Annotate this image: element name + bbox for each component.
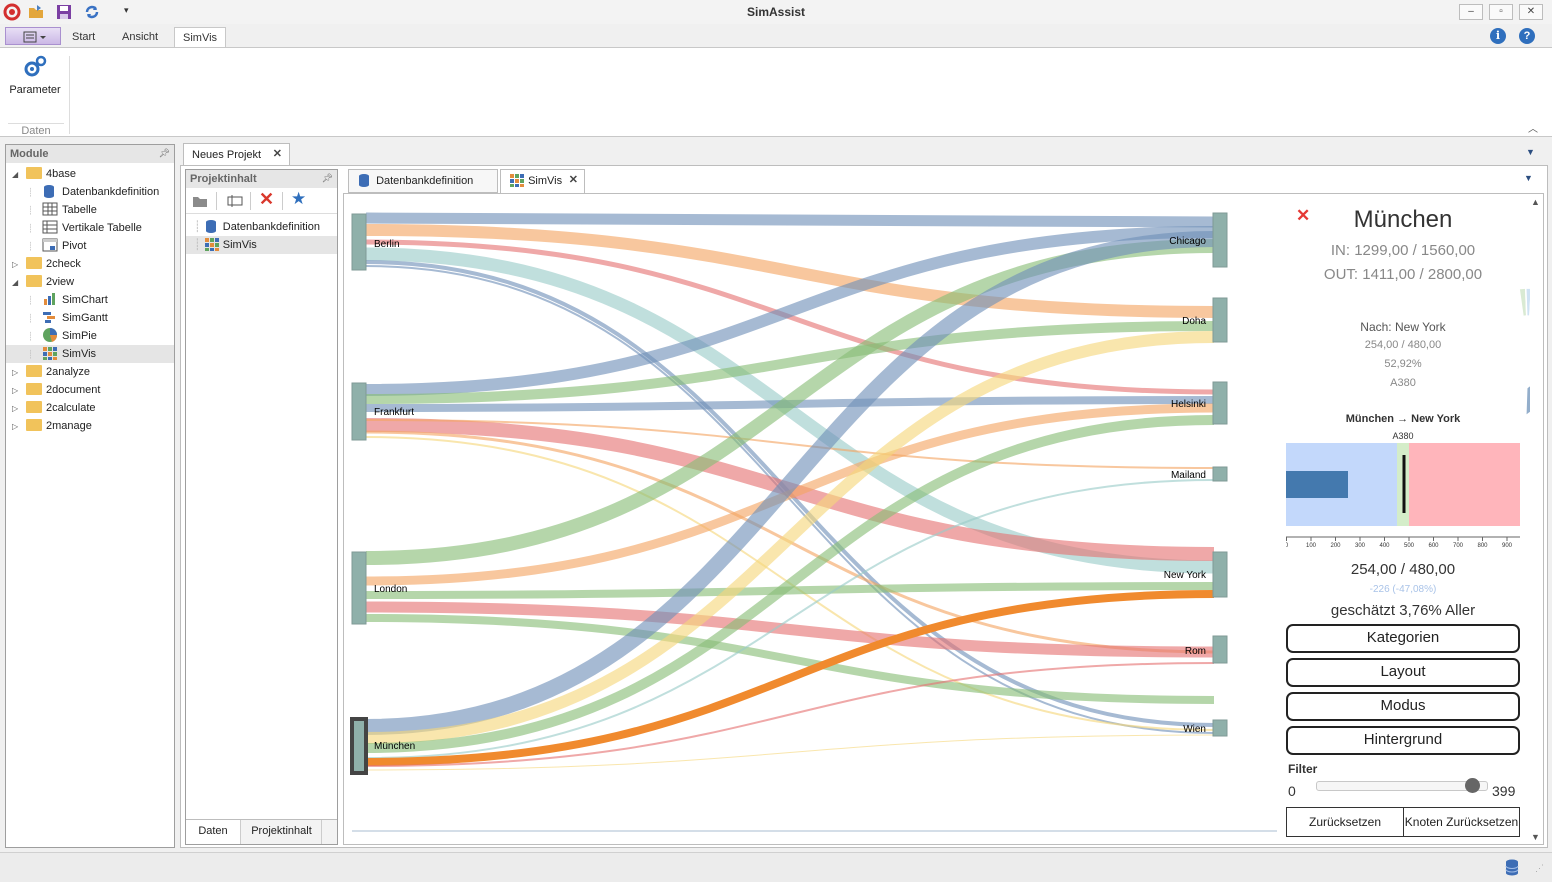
donut-percent: 52,92% [1384, 358, 1422, 370]
scroll-up-icon[interactable]: ▲ [1531, 197, 1540, 207]
details-estimate: geschätzt 3,76% Aller [1330, 602, 1476, 619]
bullet-tick-label: 400 [1379, 543, 1390, 549]
sankey-node-label: Frankfurt [374, 407, 414, 418]
sankey-node-label: New York [1164, 570, 1207, 581]
modus-button[interactable]: Modus [1286, 692, 1520, 721]
sankey-node-chicago[interactable] [1212, 212, 1228, 268]
bullet-tick-label: 800 [1477, 543, 1488, 549]
donut-aircraft: A380 [1390, 377, 1416, 389]
sankey-link[interactable] [365, 212, 1215, 228]
bullet-tick-label: 900 [1502, 543, 1513, 549]
bullet-tick-label: 0 [1286, 543, 1289, 549]
resize-grip-icon[interactable]: ⋰ [1535, 863, 1544, 874]
sankey-node-frankfurt[interactable] [351, 382, 367, 441]
sankey-node-label: Berlin [374, 239, 400, 250]
reset-button[interactable]: Zurücksetzen [1286, 807, 1404, 837]
sankey-node-label: London [374, 584, 407, 595]
sankey-node-label: München [374, 741, 415, 752]
sankey-node-label: Doha [1182, 316, 1206, 327]
sankey-node-helsinki[interactable] [1212, 381, 1228, 425]
bullet-label: A380 [1392, 431, 1414, 441]
bullet-axis: 0 100 200 300 400 500 600 700 800 900 [1286, 536, 1520, 549]
filter-min: 0 [1288, 783, 1296, 799]
sankey-node-label: Wien [1183, 724, 1206, 735]
bullet-tick-label: 500 [1404, 543, 1415, 549]
scroll-down-icon[interactable]: ▼ [1531, 832, 1540, 842]
details-value: 254,00 / 480,00 [1350, 561, 1456, 578]
hintergrund-button[interactable]: Hintergrund [1286, 726, 1520, 755]
filter-slider-handle[interactable] [1465, 778, 1480, 793]
database-status-icon [1505, 859, 1519, 876]
filter-slider-track[interactable] [1316, 781, 1488, 791]
sankey-node-newyork[interactable] [1212, 551, 1228, 598]
filter-max: 399 [1492, 783, 1516, 799]
details-in: IN: 1299,00 / 1560,00 [1330, 242, 1476, 259]
sankey-node-mailand[interactable] [1212, 466, 1228, 482]
bullet-tick-label: 200 [1330, 543, 1341, 549]
bullet-tick-label: 300 [1355, 543, 1366, 549]
donut-nach: Nach: New York [1360, 320, 1446, 334]
donut-slice[interactable] [1524, 380, 1530, 418]
sankey-node-london[interactable] [351, 551, 367, 625]
bullet-range-high [1409, 443, 1520, 526]
kategorien-button[interactable]: Kategorien [1286, 624, 1520, 653]
filter-label: Filter [1288, 762, 1318, 776]
details-title: München [1353, 206, 1453, 233]
sankey-node-wien[interactable] [1212, 719, 1228, 737]
bullet-tick-label: 700 [1453, 543, 1464, 549]
route-title: München → New York [1345, 413, 1461, 425]
details-donut-chart [1518, 287, 1530, 418]
sankey-node-label: Mailand [1171, 470, 1206, 481]
sankey-node-label: Rom [1185, 646, 1206, 657]
sankey-link[interactable] [365, 601, 1215, 658]
sankey-node-berlin[interactable] [351, 213, 367, 271]
bullet-tick-label: 600 [1428, 543, 1439, 549]
sankey-links [365, 212, 1215, 771]
details-out: OUT: 1411,00 / 2800,00 [1323, 266, 1483, 283]
bullet-value-bar [1286, 471, 1348, 498]
bullet-chart: 0 100 200 300 400 500 600 700 800 900 [1286, 443, 1520, 549]
sankey-node-label: Chicago [1169, 236, 1206, 247]
layout-button[interactable]: Layout [1286, 658, 1520, 687]
sankey-node-mnchen[interactable] [350, 717, 368, 775]
bullet-tick-label: 100 [1306, 543, 1317, 549]
details-diff: -226 (-47,08%) [1369, 584, 1437, 595]
sankey-node-label: Helsinki [1171, 399, 1206, 410]
sankey-node-doha[interactable] [1212, 297, 1228, 343]
status-bar: ⋰ [0, 852, 1552, 882]
reset-nodes-button[interactable]: Knoten Zurücksetzen [1403, 807, 1520, 837]
sankey-node-rom[interactable] [1212, 635, 1228, 664]
donut-values: 254,00 / 480,00 [1364, 339, 1442, 351]
